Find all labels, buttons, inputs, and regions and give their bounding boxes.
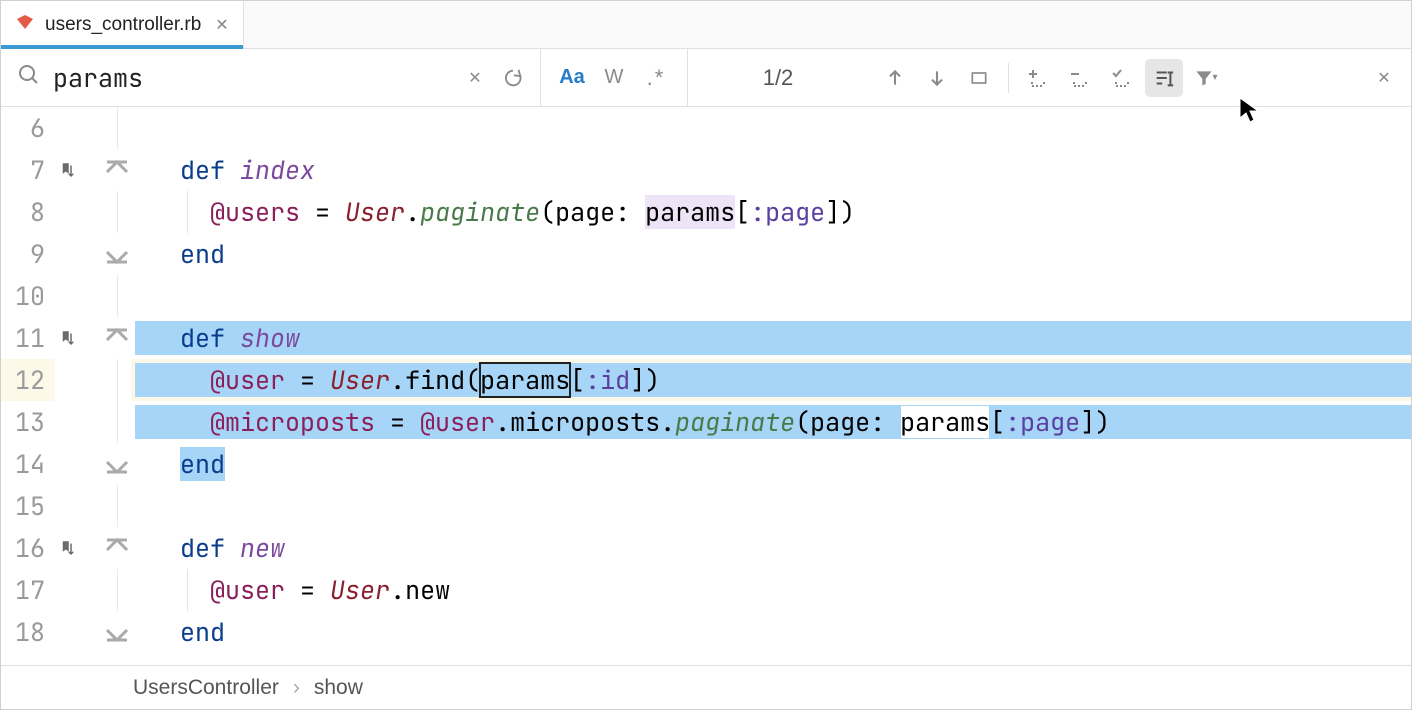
tab-bar: users_controller.rb ✕ (1, 1, 1411, 49)
bookmark-icon[interactable] (59, 539, 77, 557)
search-history-icon[interactable] (494, 59, 532, 97)
bookmark-icon[interactable] (59, 161, 77, 179)
fold-open-icon[interactable] (103, 324, 131, 352)
prev-match-button[interactable] (876, 59, 914, 97)
search-icon (17, 63, 41, 92)
match-count: 1/2 (688, 65, 868, 91)
line-number[interactable]: 17 (1, 569, 55, 611)
match-case-toggle[interactable]: Aa (553, 59, 591, 97)
search-input[interactable] (53, 61, 456, 95)
close-tab-icon[interactable]: ✕ (215, 15, 228, 35)
breadcrumb-class[interactable]: UsersController (133, 676, 279, 700)
breadcrumb: UsersController › show (1, 665, 1411, 709)
line-number[interactable]: 7 (1, 149, 55, 191)
whole-word-toggle[interactable]: W (595, 59, 633, 97)
line-number[interactable]: 12 (1, 359, 55, 401)
close-find-bar-button[interactable]: ✕ (1365, 59, 1403, 97)
line-number[interactable]: 11 (1, 317, 55, 359)
chevron-right-icon: › (293, 676, 300, 700)
find-bar: ✕ Aa W .* 1/2 ▾ ✕ (1, 49, 1411, 107)
line-number[interactable]: 18 (1, 611, 55, 653)
fold-open-icon[interactable] (103, 534, 131, 562)
file-tab[interactable]: users_controller.rb ✕ (1, 1, 244, 48)
select-all-matches-button[interactable] (960, 59, 998, 97)
separator (1008, 63, 1009, 93)
fold-close-icon[interactable] (103, 618, 131, 646)
line-number[interactable]: 13 (1, 401, 55, 443)
line-number[interactable]: 8 (1, 191, 55, 233)
line-number[interactable]: 9 (1, 233, 55, 275)
fold-close-icon[interactable] (103, 240, 131, 268)
line-number[interactable]: 16 (1, 527, 55, 569)
search-in-selection-toggle[interactable] (1145, 59, 1183, 97)
next-match-button[interactable] (918, 59, 956, 97)
line-number[interactable]: 6 (1, 107, 55, 149)
remove-selection-button[interactable] (1061, 59, 1099, 97)
bookmark-icon[interactable] (59, 329, 77, 347)
editor[interactable]: 6 7 def index 8 @users = User.paginate(p… (1, 107, 1411, 665)
breadcrumb-method[interactable]: show (314, 676, 363, 700)
ruby-file-icon (13, 13, 37, 37)
fold-close-icon[interactable] (103, 450, 131, 478)
tab-filename: users_controller.rb (45, 14, 201, 36)
clear-search-icon[interactable]: ✕ (456, 59, 494, 97)
select-all-occurrences-button[interactable] (1103, 59, 1141, 97)
regex-toggle[interactable]: .* (637, 59, 675, 97)
line-number[interactable]: 15 (1, 485, 55, 527)
line-number[interactable]: 10 (1, 275, 55, 317)
fold-open-icon[interactable] (103, 156, 131, 184)
filter-button[interactable]: ▾ (1187, 59, 1225, 97)
add-selection-button[interactable] (1019, 59, 1057, 97)
line-number[interactable]: 14 (1, 443, 55, 485)
